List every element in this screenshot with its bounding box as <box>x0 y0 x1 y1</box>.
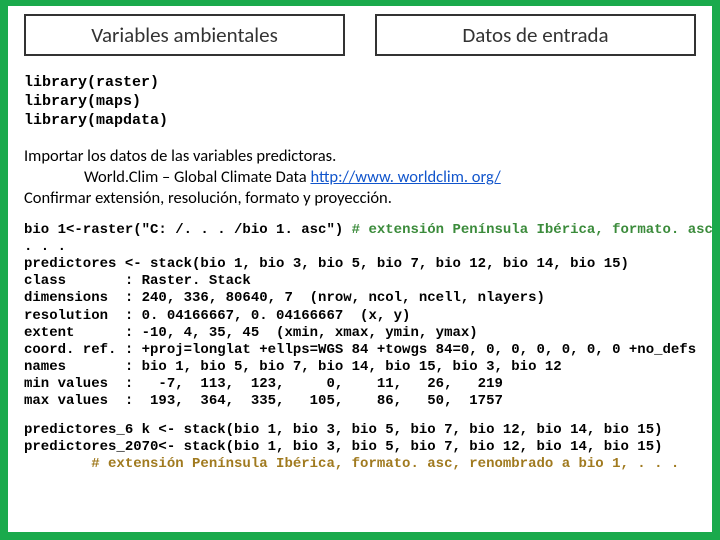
raster-code-block: bio 1<-raster("C: /. . . /bio 1. asc") #… <box>24 222 696 410</box>
intro-line-3: Confirmar extensión, resolución, formato… <box>24 188 392 208</box>
intro-worldclim: World.Clim – Global Climate Data <box>84 167 310 187</box>
predictores-block: predictores_6 k <- stack(bio 1, bio 3, b… <box>24 422 696 473</box>
intro-line-1: Importar los datos de las variables pred… <box>24 146 336 166</box>
code-line: library(raster) <box>24 74 159 91</box>
library-block: library(raster) library(maps) library(ma… <box>24 74 696 130</box>
title-datos: Datos de entrada <box>375 14 696 56</box>
code-line: . . . <box>24 239 66 255</box>
code-line: min values : -7, 113, 123, 0, 11, 26, 21… <box>24 376 503 392</box>
worldclim-link[interactable]: http://www. worldclim. org/ <box>310 167 500 187</box>
code-line: predictores <- stack(bio 1, bio 3, bio 5… <box>24 256 629 272</box>
code-line: dimensions : 240, 336, 80640, 7 (nrow, n… <box>24 290 545 306</box>
code-line: predictores_2070<- stack(bio 1, bio 3, b… <box>24 439 663 455</box>
slide: Variables ambientales Datos de entrada l… <box>8 6 712 532</box>
code-line: coord. ref. : +proj=longlat +ellps=WGS 8… <box>24 342 696 358</box>
title-variables: Variables ambientales <box>24 14 345 56</box>
code-line: resolution : 0. 04166667, 0. 04166667 (x… <box>24 308 410 324</box>
code-line: library(mapdata) <box>24 112 168 129</box>
header-row: Variables ambientales Datos de entrada <box>24 14 696 56</box>
code-line: class : Raster. Stack <box>24 273 251 289</box>
code-line: predictores_6 k <- stack(bio 1, bio 3, b… <box>24 422 663 438</box>
code-line: extent : -10, 4, 35, 45 (xmin, xmax, ymi… <box>24 325 478 341</box>
code-line: max values : 193, 364, 335, 105, 86, 50,… <box>24 393 503 409</box>
code-line: library(maps) <box>24 93 141 110</box>
intro-line-2: World.Clim – Global Climate Data http://… <box>24 167 501 188</box>
code-comment: # extensión Península Ibérica, formato. … <box>343 222 713 238</box>
code-line: bio 1<-raster("C: /. . . /bio 1. asc") <box>24 222 343 238</box>
intro-paragraph: Importar los datos de las variables pred… <box>24 146 696 208</box>
code-line: names : bio 1, bio 5, bio 7, bio 14, bio… <box>24 359 562 375</box>
code-comment: # extensión Península Ibérica, formato. … <box>24 456 679 472</box>
